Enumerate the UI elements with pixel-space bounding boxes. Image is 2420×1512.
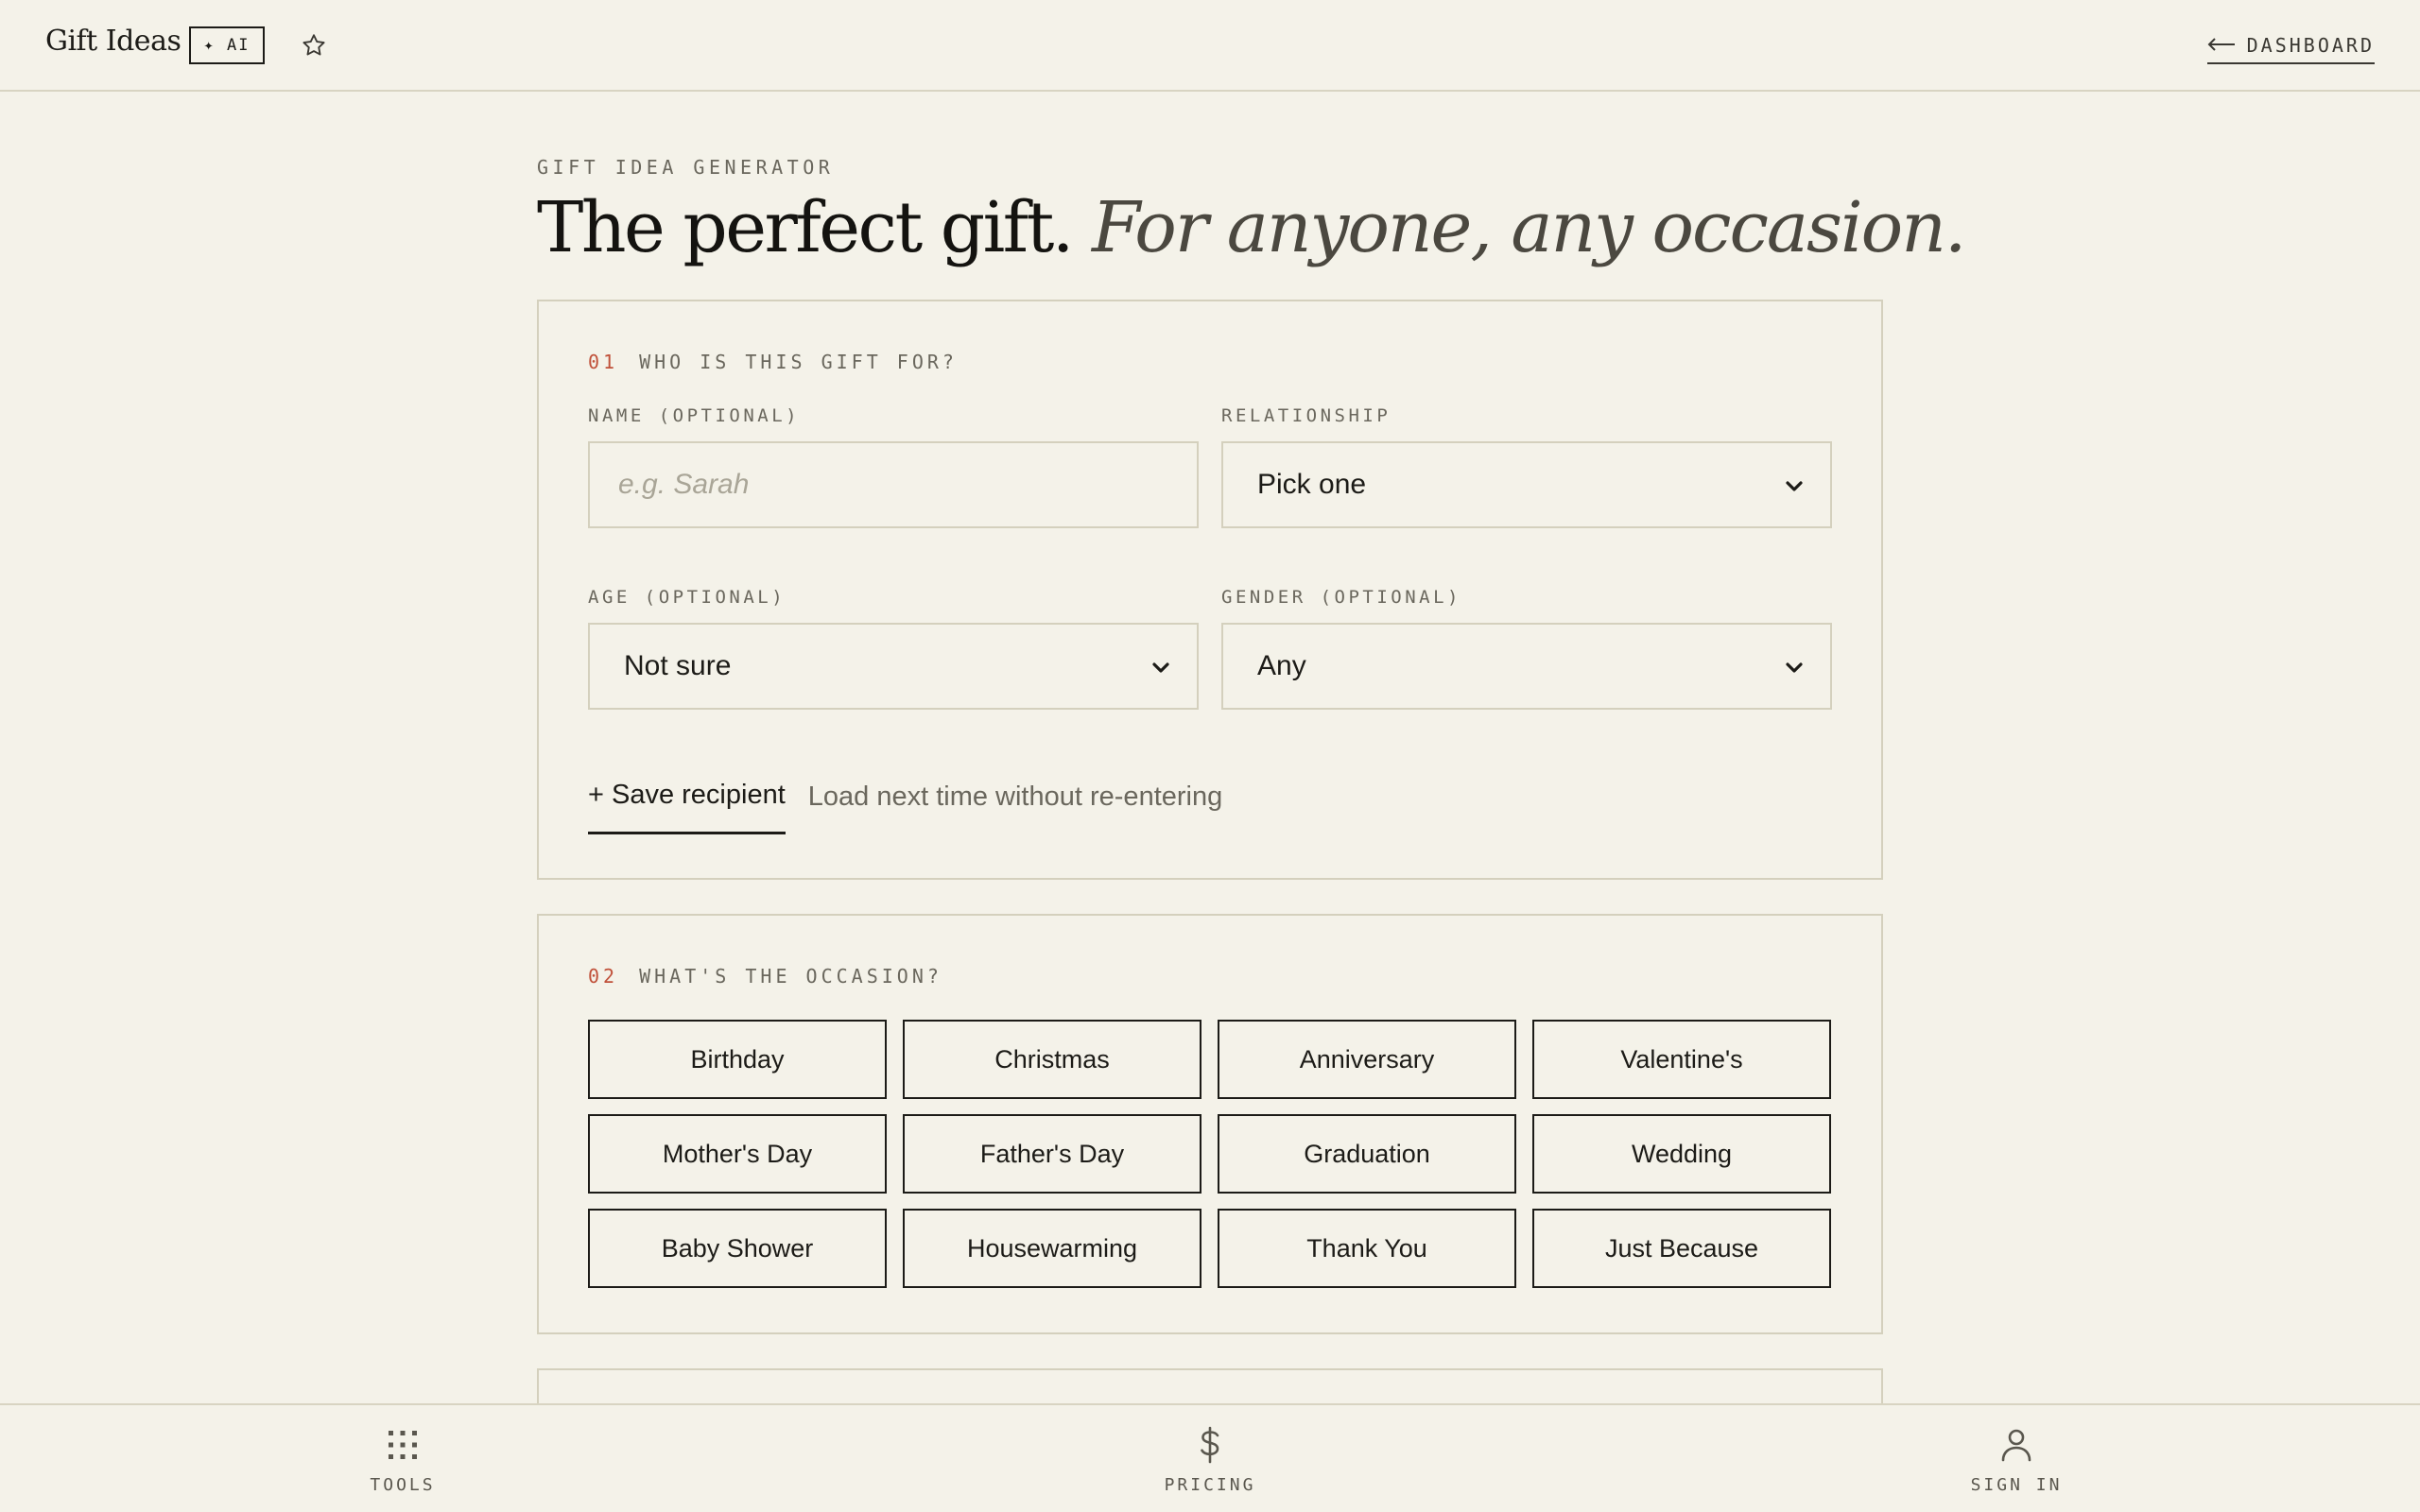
brand-title[interactable]: Gift Ideas — [45, 25, 182, 58]
arrow-left-icon — [2207, 34, 2236, 57]
name-label: NAME (OPTIONAL) — [588, 405, 801, 426]
nav-tools-label: TOOLS — [370, 1475, 436, 1495]
bottom-nav: TOOLS PRICING SIGN IN — [0, 1403, 2420, 1512]
section-heading: WHAT'S THE OCCASION? — [639, 965, 942, 988]
age-value: Not sure — [624, 650, 732, 681]
occasion-thank-you[interactable]: Thank You — [1218, 1209, 1516, 1288]
occasion-birthday[interactable]: Birthday — [588, 1020, 887, 1099]
save-recipient-button[interactable]: + Save recipient — [588, 780, 786, 834]
occasion-fathers-day[interactable]: Father's Day — [903, 1114, 1201, 1194]
main-content: GIFT IDEA GENERATOR The perfect gift. Fo… — [537, 92, 1966, 1482]
chevron-down-icon — [1785, 650, 1804, 682]
page-eyebrow: GIFT IDEA GENERATOR — [537, 156, 835, 179]
nav-sign-in-label: SIGN IN — [1970, 1475, 2063, 1495]
dashboard-link-label: DASHBOARD — [2246, 34, 2375, 57]
grid-icon — [387, 1426, 419, 1464]
occasion-valentines[interactable]: Valentine's — [1532, 1020, 1831, 1099]
occasion-baby-shower[interactable]: Baby Shower — [588, 1209, 887, 1288]
occasion-mothers-day[interactable]: Mother's Day — [588, 1114, 887, 1194]
top-bar: Gift Ideas ✦ AI DASHBOARD — [0, 0, 2420, 92]
section-title-occasion: 02 WHAT'S THE OCCASION? — [588, 965, 1832, 988]
recipient-fields-row-1: NAME (OPTIONAL) e.g. Sarah RELATIONSHIP … — [588, 405, 1832, 528]
section-title-recipient: 01 WHO IS THIS GIFT FOR? — [588, 351, 1832, 373]
occasion-anniversary[interactable]: Anniversary — [1218, 1020, 1516, 1099]
nav-tools[interactable]: TOOLS — [337, 1426, 469, 1495]
save-recipient-row: + Save recipient Load next time without … — [588, 780, 1832, 834]
save-recipient-hint: Load next time without re-entering — [807, 782, 1223, 812]
section-number: 02 — [588, 965, 619, 988]
relationship-field-group: RELATIONSHIP Pick one — [1221, 405, 1832, 528]
occasion-housewarming[interactable]: Housewarming — [903, 1209, 1201, 1288]
ai-badge: ✦ AI — [189, 26, 265, 64]
occasion-grid: Birthday Christmas Anniversary Valentine… — [588, 1020, 1832, 1288]
headline-italic: For anyone, any occasion. — [1091, 187, 1966, 268]
dashboard-link[interactable]: DASHBOARD — [2206, 28, 2375, 64]
occasion-wedding[interactable]: Wedding — [1532, 1114, 1831, 1194]
name-placeholder: e.g. Sarah — [618, 469, 750, 500]
occasion-card: 02 WHAT'S THE OCCASION? Birthday Christm… — [537, 914, 1883, 1334]
name-field-group: NAME (OPTIONAL) e.g. Sarah — [588, 405, 1199, 528]
user-icon — [2000, 1426, 2032, 1464]
recipient-card: 01 WHO IS THIS GIFT FOR? NAME (OPTIONAL)… — [537, 300, 1883, 880]
gender-field-group: GENDER (OPTIONAL) Any — [1221, 587, 1832, 710]
occasion-graduation[interactable]: Graduation — [1218, 1114, 1516, 1194]
gender-value: Any — [1257, 650, 1306, 681]
recipient-fields-row-2: AGE (OPTIONAL) Not sure GENDER (OPTIONAL… — [588, 587, 1832, 710]
gender-select[interactable]: Any — [1221, 623, 1832, 710]
relationship-label: RELATIONSHIP — [1221, 405, 1392, 426]
nav-pricing-label: PRICING — [1164, 1475, 1256, 1495]
chevron-down-icon — [1151, 650, 1170, 682]
occasion-christmas[interactable]: Christmas — [903, 1020, 1201, 1099]
section-heading: WHO IS THIS GIFT FOR? — [639, 351, 958, 373]
age-field-group: AGE (OPTIONAL) Not sure — [588, 587, 1199, 710]
section-number: 01 — [588, 351, 619, 373]
gender-label: GENDER (OPTIONAL) — [1221, 587, 1461, 608]
nav-sign-in[interactable]: SIGN IN — [1950, 1426, 2083, 1495]
dollar-icon — [1198, 1426, 1222, 1464]
name-input[interactable]: e.g. Sarah — [588, 441, 1199, 528]
headline-main: The perfect gift. — [537, 187, 1074, 268]
age-label: AGE (OPTIONAL) — [588, 587, 786, 608]
star-icon[interactable] — [297, 28, 331, 62]
relationship-select[interactable]: Pick one — [1221, 441, 1832, 528]
relationship-value: Pick one — [1257, 469, 1367, 500]
chevron-down-icon — [1785, 469, 1804, 501]
nav-pricing[interactable]: PRICING — [1144, 1426, 1276, 1495]
age-select[interactable]: Not sure — [588, 623, 1199, 710]
occasion-just-because[interactable]: Just Because — [1532, 1209, 1831, 1288]
page-title: The perfect gift. For anyone, any occasi… — [537, 182, 1966, 273]
